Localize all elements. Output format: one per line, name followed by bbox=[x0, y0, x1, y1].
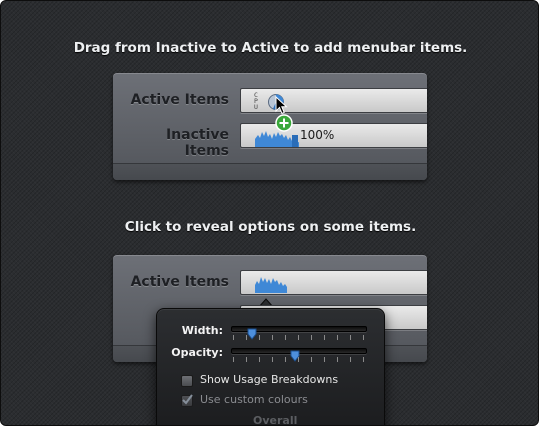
active-items-bar[interactable]: C P U bbox=[240, 88, 427, 116]
slider-tick bbox=[259, 335, 260, 340]
slider-tick bbox=[337, 335, 338, 340]
slider-tick bbox=[350, 335, 351, 340]
overall-label: Overall bbox=[253, 414, 298, 426]
width-label: Width: bbox=[181, 324, 223, 337]
popover-arrow bbox=[256, 293, 276, 309]
active-items-label: Active Items bbox=[130, 92, 229, 108]
opacity-label: Opacity: bbox=[171, 346, 223, 359]
slider-tick bbox=[324, 357, 325, 362]
slider-tick bbox=[285, 357, 286, 362]
slider-tick bbox=[272, 357, 273, 362]
slider-tick bbox=[259, 357, 260, 362]
use-custom-colours-label: Use custom colours bbox=[200, 393, 308, 406]
slider-tick bbox=[363, 335, 364, 340]
slider-tick bbox=[272, 335, 273, 340]
use-custom-colours-checkbox[interactable] bbox=[181, 394, 193, 407]
slider-tick bbox=[233, 357, 234, 362]
active-items-label: Active Items bbox=[130, 274, 229, 290]
slider-tick bbox=[337, 357, 338, 362]
active-items-bar[interactable] bbox=[240, 270, 427, 309]
cpu-text-icon: C P U bbox=[253, 89, 263, 112]
slider-tick bbox=[246, 357, 247, 362]
slider-knob-icon bbox=[247, 328, 257, 340]
slider-tick bbox=[246, 335, 247, 340]
slider-tick bbox=[233, 335, 234, 340]
show-usage-breakdowns-checkbox[interactable] bbox=[181, 375, 193, 387]
item-options-popover: Width: Opacity: Show Usage Breakdowns Us… bbox=[156, 308, 385, 426]
slider-tick bbox=[298, 357, 299, 362]
slider-tick bbox=[350, 357, 351, 362]
inactive-items-label: Inactive Items bbox=[165, 127, 229, 159]
window-frame: Drag from Inactive to Active to add menu… bbox=[0, 0, 539, 426]
slider-tick bbox=[311, 357, 312, 362]
width-slider-knob[interactable] bbox=[247, 325, 257, 340]
top-panel-footer bbox=[113, 163, 427, 180]
slider-tick bbox=[363, 357, 364, 362]
options-instructions-heading: Click to reveal options on some items. bbox=[124, 219, 417, 235]
top-items-panel: Active Items C P U Inactive Items 100% bbox=[113, 73, 427, 180]
slider-tick bbox=[285, 335, 286, 340]
cpu-graph-icon[interactable] bbox=[255, 273, 287, 293]
svg-text:U: U bbox=[254, 103, 258, 111]
slider-tick bbox=[324, 335, 325, 340]
slider-tick bbox=[311, 335, 312, 340]
inactive-items-bar[interactable]: 100% bbox=[240, 123, 427, 148]
drag-instructions-heading: Drag from Inactive to Active to add menu… bbox=[73, 40, 468, 56]
slider-tick bbox=[298, 335, 299, 340]
inactive-percent-text: 100% bbox=[300, 128, 335, 142]
add-badge-icon bbox=[275, 114, 293, 132]
mouse-cursor-icon bbox=[275, 95, 289, 116]
checkmark-icon bbox=[182, 394, 193, 405]
show-usage-breakdowns-label: Show Usage Breakdowns bbox=[200, 373, 339, 386]
